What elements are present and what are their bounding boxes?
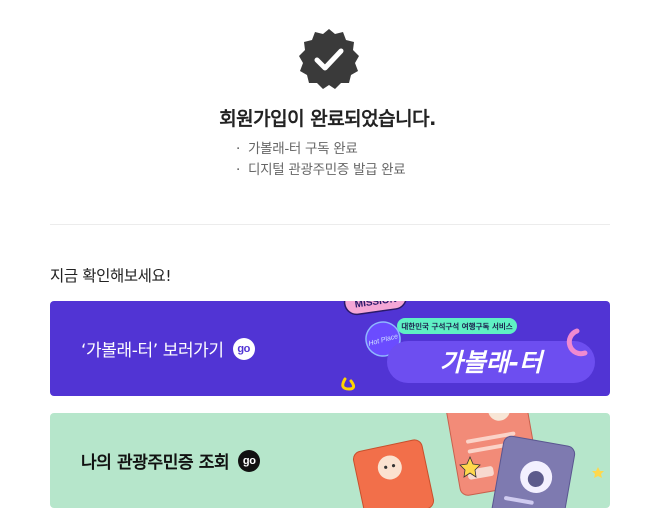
go-icon: go <box>232 337 255 360</box>
divider <box>50 224 610 225</box>
section-title: 지금 확인해보세요! <box>50 267 172 285</box>
resident-card-illustration <box>352 413 604 508</box>
completion-item-text: 가볼래-터 구독 완료 <box>248 141 358 157</box>
completion-item: · 디지털 관광주민증 발급 완료 <box>236 162 406 178</box>
gabollae-logo: 가볼래-터 <box>440 348 545 377</box>
resident-card-label: 나의 관광주민증 조회 <box>81 453 230 473</box>
check-badge-icon <box>299 29 359 89</box>
gabollae-banner-label: ‘가볼래-터’ 보러가기 <box>81 341 224 361</box>
resident-card-label-row: 나의 관광주민증 조회 go <box>81 413 261 508</box>
signup-complete-title: 회원가입이 완료되었습니다. <box>219 108 436 130</box>
gabollae-banner-illustration: MISSION 대한민국 구석구석 여행구독 서비스 Hot Place 가볼래… <box>341 301 595 391</box>
completion-item: · 가볼래-터 구독 완료 <box>236 141 358 157</box>
completion-list: · 가볼래-터 구독 완료 · 디지털 관광주민증 발급 완료 <box>236 139 406 181</box>
completion-item-text: 디지털 관광주민증 발급 완료 <box>248 162 406 178</box>
go-icon: go <box>238 449 261 472</box>
tourism-resident-card-link[interactable]: 나의 관광주민증 조회 go <box>50 413 610 508</box>
gabollae-banner-label-row: ‘가볼래-터’ 보러가기 go <box>81 301 255 396</box>
gabollae-banner-link[interactable]: ‘가볼래-터’ 보러가기 go MISSION 대한민국 구석구석 여행구독 서… <box>50 301 610 396</box>
service-tag-text: 대한민국 구석구석 여행구독 서비스 <box>401 321 512 331</box>
